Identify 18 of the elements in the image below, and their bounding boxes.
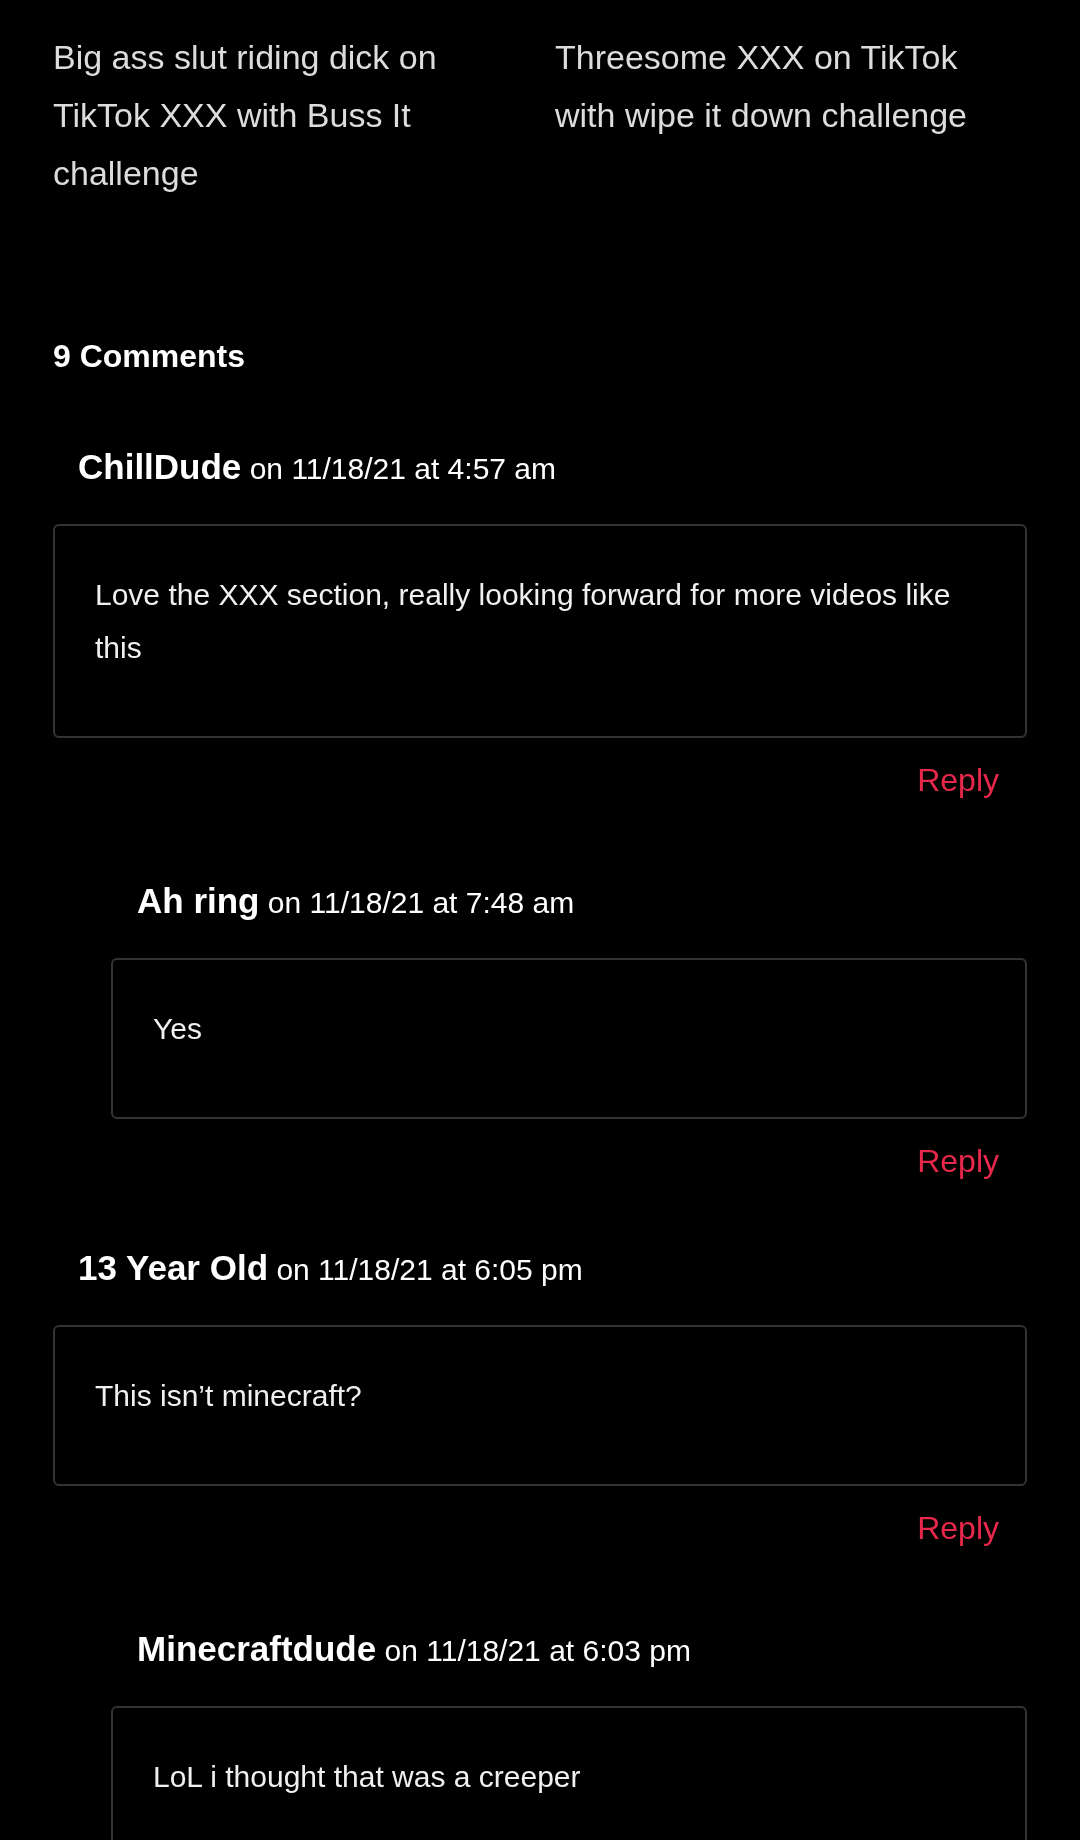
video-title-link[interactable]: Big ass slut riding dick on TikTok XXX with Buss It challenge [53,28,523,202]
video-title-link[interactable]: Threesome XXX on TikTok with wipe it down challenge [555,28,1025,202]
comment-author: ChillDude [78,447,242,486]
comment-date: on 11/18/21 at 7:48 am [267,886,575,919]
comment-date: on 11/18/21 at 6:03 pm [384,1634,691,1667]
comment-date: on 11/18/21 at 6:05 pm [276,1253,583,1286]
comment-body: Love the XXX section, really looking forward for more videos like this [53,524,1027,738]
comment-author: Ah ring [137,881,260,920]
comments-heading: 9 Comments [53,337,247,376]
comment-author: 13 Year Old [78,1248,269,1287]
comment-author: Minecraftdude [137,1629,377,1668]
comment-body: LoL i thought that was a creeper [111,1706,1027,1840]
reply-link[interactable]: Reply [917,1141,999,1181]
comment-body: This isn’t minecraft? [53,1325,1027,1486]
comment-date: on 11/18/21 at 4:57 am [249,452,556,485]
reply-link[interactable]: Reply [917,1508,999,1548]
comment-body: Yes [111,958,1027,1119]
reply-link[interactable]: Reply [917,760,999,800]
